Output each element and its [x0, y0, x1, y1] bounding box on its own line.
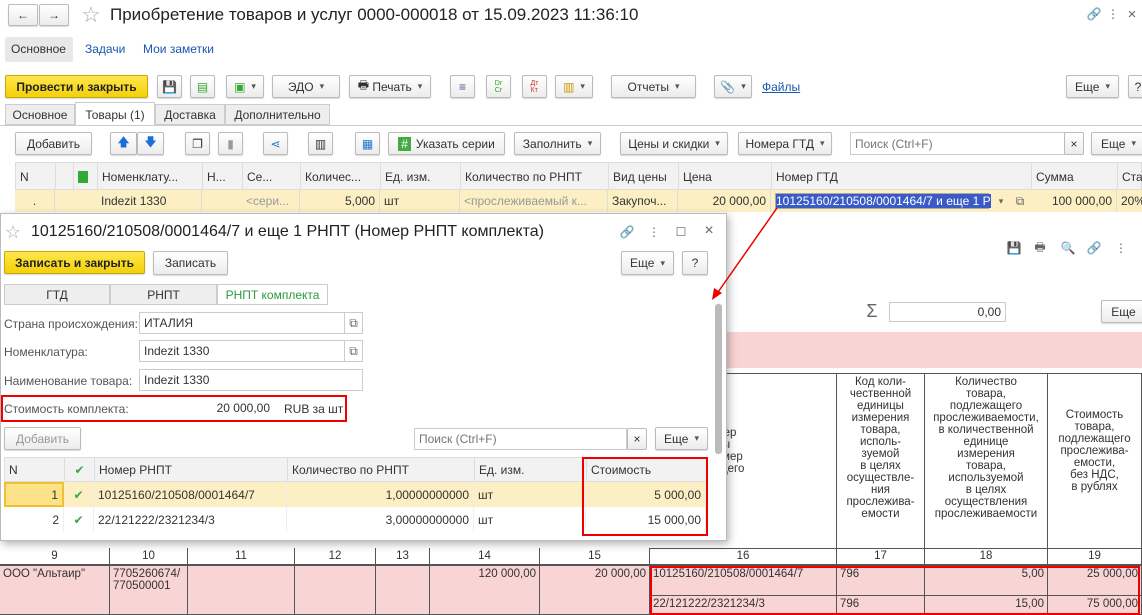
red-arrow — [712, 207, 778, 300]
